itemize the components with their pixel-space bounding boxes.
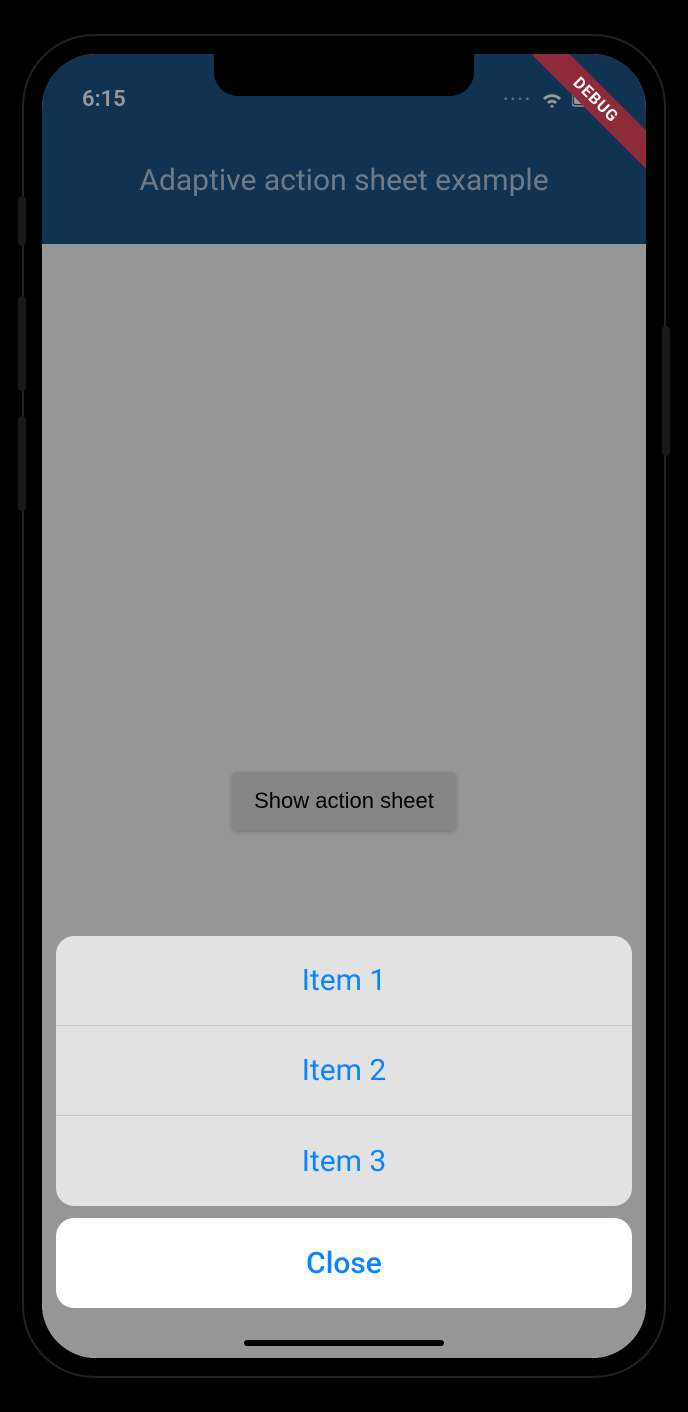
action-sheet: Item 1 Item 2 Item 3 Close <box>56 936 632 1308</box>
side-button <box>18 296 26 391</box>
notch <box>214 54 474 96</box>
phone-frame: 6:15 ···· Adaptive action sheet example … <box>24 36 664 1376</box>
side-button <box>662 326 670 456</box>
action-sheet-item[interactable]: Item 1 <box>56 936 632 1026</box>
side-button <box>18 196 26 246</box>
action-sheet-item[interactable]: Item 3 <box>56 1116 632 1206</box>
action-sheet-group: Item 1 Item 2 Item 3 <box>56 936 632 1206</box>
close-button[interactable]: Close <box>56 1218 632 1308</box>
home-indicator[interactable] <box>244 1340 444 1346</box>
action-sheet-item[interactable]: Item 2 <box>56 1026 632 1116</box>
side-button <box>18 416 26 511</box>
screen: 6:15 ···· Adaptive action sheet example … <box>42 54 646 1358</box>
